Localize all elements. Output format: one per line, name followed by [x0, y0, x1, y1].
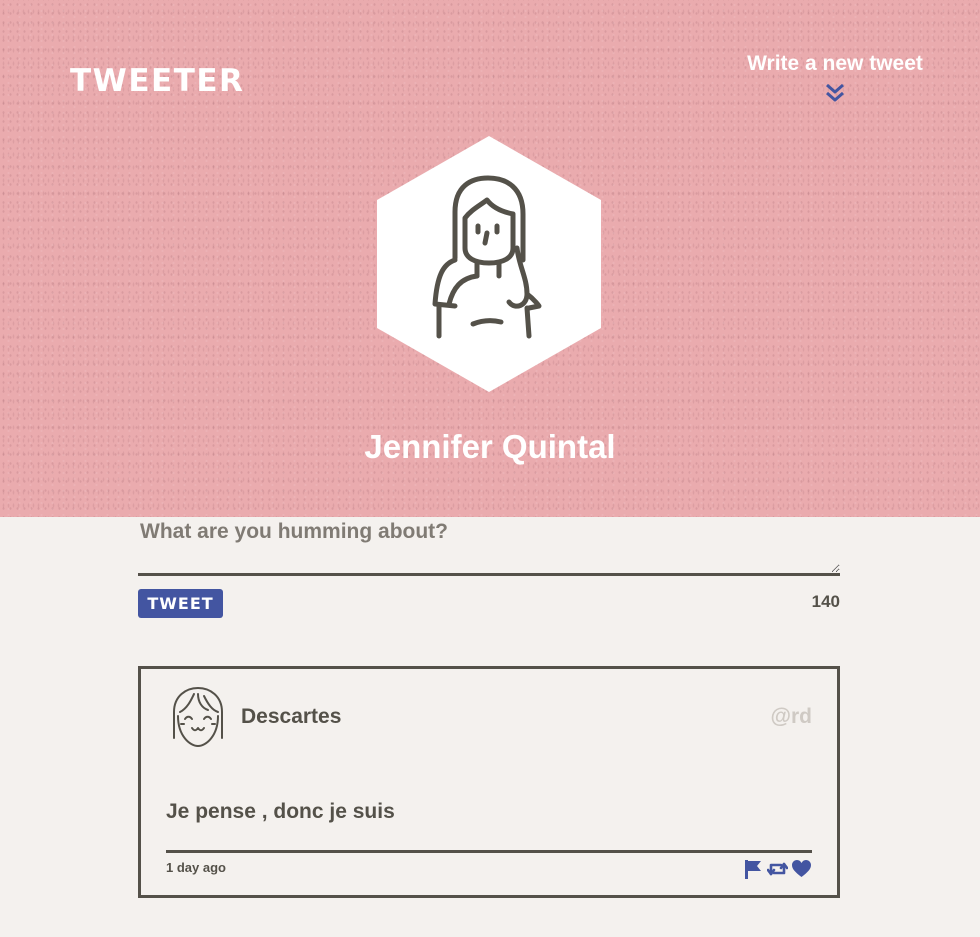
compose-toggle-label: Write a new tweet	[747, 52, 923, 75]
profile-avatar	[377, 136, 601, 392]
tweet-author-handle: @rd	[770, 705, 812, 728]
profile-header: TWEETER Write a new tweet Jennifer Quint…	[0, 0, 980, 517]
tweet-timestamp: 1 day ago	[166, 860, 226, 875]
author-avatar-icon	[173, 687, 223, 747]
tweet-button[interactable]: TWEET	[138, 589, 223, 618]
app-logo: TWEETER	[70, 63, 245, 99]
tweet-divider	[166, 850, 812, 853]
character-counter: 140	[811, 592, 840, 611]
heart-icon[interactable]	[791, 859, 812, 879]
hexagon-avatar-icon	[377, 136, 601, 392]
tweet-author-name: Descartes	[241, 705, 342, 728]
flag-icon[interactable]	[743, 859, 764, 879]
tweet-text: Je pense , donc je suis	[166, 800, 395, 823]
profile-name: Jennifer Quintal	[364, 428, 616, 465]
tweet-input[interactable]	[138, 514, 840, 576]
tweet-actions	[743, 859, 812, 879]
retweet-icon[interactable]	[767, 859, 788, 879]
tweet-card: Descartes @rd Je pense , donc je suis 1 …	[138, 666, 840, 898]
compose-toggle-button[interactable]: Write a new tweet	[730, 52, 940, 104]
double-chevron-down-icon	[826, 83, 844, 102]
